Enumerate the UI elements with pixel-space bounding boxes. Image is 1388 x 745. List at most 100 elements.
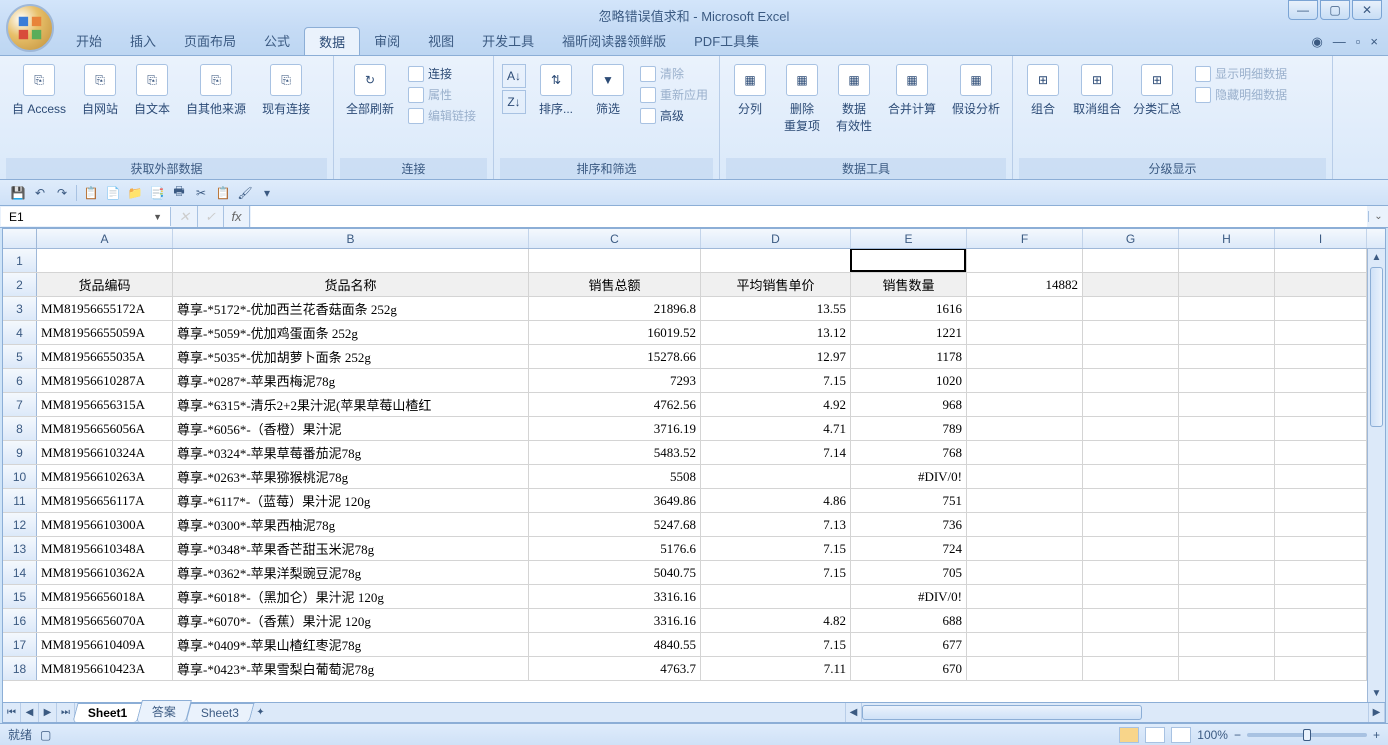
cell[interactable] xyxy=(1083,441,1179,464)
cell[interactable] xyxy=(1179,345,1275,368)
cell[interactable]: 尊享-*0362*-苹果洋梨豌豆泥78g xyxy=(173,561,529,584)
cell[interactable] xyxy=(967,465,1083,488)
macro-record-icon[interactable]: ▢ xyxy=(40,728,51,742)
cell[interactable]: 705 xyxy=(851,561,967,584)
cell[interactable] xyxy=(1275,465,1367,488)
ribbon-minimize-icon[interactable]: — xyxy=(1333,34,1346,50)
cell[interactable] xyxy=(1275,441,1367,464)
cell[interactable] xyxy=(967,489,1083,512)
sheet-tab[interactable]: Sheet1 xyxy=(72,703,142,722)
chevron-down-icon[interactable]: ▼ xyxy=(153,212,162,222)
cell[interactable]: #DIV/0! xyxy=(851,585,967,608)
sort-button[interactable]: ⇅排序... xyxy=(532,60,580,121)
row-header[interactable]: 11 xyxy=(3,489,37,512)
qat-icon[interactable]: 📑 xyxy=(149,185,165,201)
external-data-button[interactable]: ⎘自文本 xyxy=(128,60,176,121)
undo-icon[interactable]: ↶ xyxy=(32,185,48,201)
cell[interactable] xyxy=(967,561,1083,584)
cell[interactable]: MM81956610362A xyxy=(37,561,173,584)
cell[interactable]: MM81956656315A xyxy=(37,393,173,416)
row-header[interactable]: 12 xyxy=(3,513,37,536)
cell[interactable] xyxy=(967,321,1083,344)
sheet-tab[interactable]: Sheet3 xyxy=(186,703,255,722)
zoom-level[interactable]: 100% xyxy=(1197,728,1228,742)
cell[interactable]: 尊享-*0409*-苹果山楂红枣泥78g xyxy=(173,633,529,656)
cell[interactable] xyxy=(1179,393,1275,416)
qat-icon[interactable]: 🖶 xyxy=(171,185,187,201)
cell[interactable]: 尊享-*5035*-优加胡萝卜面条 252g xyxy=(173,345,529,368)
cell[interactable] xyxy=(1179,633,1275,656)
cell[interactable]: MM81956610300A xyxy=(37,513,173,536)
table-row[interactable]: 2货品编码货品名称销售总额平均销售单价销售数量14882 xyxy=(3,273,1385,297)
cell[interactable] xyxy=(1179,537,1275,560)
cell[interactable]: MM81956655035A xyxy=(37,345,173,368)
cell[interactable] xyxy=(967,369,1083,392)
cell[interactable]: #DIV/0! xyxy=(851,465,967,488)
new-sheet-button[interactable]: ✦ xyxy=(251,703,269,722)
cell[interactable]: 7.11 xyxy=(701,657,851,680)
cell[interactable] xyxy=(1179,489,1275,512)
qat-icon[interactable]: 📄 xyxy=(105,185,121,201)
cell[interactable]: 4.92 xyxy=(701,393,851,416)
row-header[interactable]: 16 xyxy=(3,609,37,632)
cell[interactable] xyxy=(1275,537,1367,560)
cell[interactable]: 尊享-*6018*-（黑加仑）果汁泥 120g xyxy=(173,585,529,608)
ribbon-restore-icon[interactable]: ▫ xyxy=(1356,34,1361,50)
outline-button[interactable]: ⊞组合 xyxy=(1019,60,1067,121)
row-header[interactable]: 6 xyxy=(3,369,37,392)
spreadsheet-grid[interactable]: ABCDEFGHI 12货品编码货品名称销售总额平均销售单价销售数量148823… xyxy=(2,228,1386,703)
cell[interactable]: 尊享-*6315*-清乐2+2果汁泥(苹果草莓山楂红 xyxy=(173,393,529,416)
cell[interactable] xyxy=(1179,513,1275,536)
office-button[interactable] xyxy=(6,4,54,52)
page-layout-view-button[interactable] xyxy=(1145,727,1165,743)
cell[interactable]: 5247.68 xyxy=(529,513,701,536)
cell[interactable]: 751 xyxy=(851,489,967,512)
cell[interactable] xyxy=(701,249,851,272)
row-header[interactable]: 7 xyxy=(3,393,37,416)
cell[interactable] xyxy=(967,609,1083,632)
sort-desc-button[interactable]: Z↓ xyxy=(502,90,526,114)
cell[interactable] xyxy=(1179,369,1275,392)
expand-formula-icon[interactable]: ⌄ xyxy=(1368,211,1388,222)
vertical-scrollbar[interactable]: ▲ ▼ xyxy=(1367,249,1385,702)
cell[interactable]: 968 xyxy=(851,393,967,416)
select-all-corner[interactable] xyxy=(3,229,37,248)
cell[interactable]: 688 xyxy=(851,609,967,632)
clear-filter-button[interactable]: 清除 xyxy=(636,64,712,83)
column-header[interactable]: C xyxy=(529,229,701,248)
row-header[interactable]: 2 xyxy=(3,273,37,296)
cell[interactable] xyxy=(1083,561,1179,584)
cell[interactable] xyxy=(967,297,1083,320)
show-detail-button[interactable]: 显示明细数据 xyxy=(1191,64,1291,83)
ribbon-close-icon[interactable]: × xyxy=(1370,34,1378,50)
cell[interactable]: 7.15 xyxy=(701,561,851,584)
cell[interactable]: 7.14 xyxy=(701,441,851,464)
cell[interactable]: 768 xyxy=(851,441,967,464)
cell[interactable] xyxy=(1275,345,1367,368)
external-data-button[interactable]: ⎘自其他来源 xyxy=(180,60,252,121)
cell[interactable] xyxy=(1083,249,1179,272)
row-header[interactable]: 15 xyxy=(3,585,37,608)
cell[interactable]: MM81956656117A xyxy=(37,489,173,512)
cell[interactable]: 3716.19 xyxy=(529,417,701,440)
table-row[interactable]: 16MM81956656070A尊享-*6070*-（香蕉）果汁泥 120g33… xyxy=(3,609,1385,633)
cell[interactable]: 1178 xyxy=(851,345,967,368)
cell[interactable] xyxy=(1083,633,1179,656)
cell[interactable]: 货品编码 xyxy=(37,273,173,296)
enter-formula-icon[interactable]: ✓ xyxy=(198,206,224,227)
refresh-all-button[interactable]: ↻全部刷新 xyxy=(340,60,400,121)
cell[interactable] xyxy=(1083,585,1179,608)
ribbon-tab-6[interactable]: 视图 xyxy=(414,27,468,55)
ribbon-tab-5[interactable]: 审阅 xyxy=(360,27,414,55)
cell[interactable] xyxy=(1275,369,1367,392)
cell[interactable]: 尊享-*0423*-苹果雪梨白葡萄泥78g xyxy=(173,657,529,680)
cell[interactable]: 尊享-*0300*-苹果西柚泥78g xyxy=(173,513,529,536)
row-header[interactable]: 1 xyxy=(3,249,37,272)
row-header[interactable]: 3 xyxy=(3,297,37,320)
cell[interactable]: 5483.52 xyxy=(529,441,701,464)
cell[interactable] xyxy=(1275,513,1367,536)
external-data-button[interactable]: ⎘自 Access xyxy=(6,60,72,121)
table-row[interactable]: 17MM81956610409A尊享-*0409*-苹果山楂红枣泥78g4840… xyxy=(3,633,1385,657)
redo-icon[interactable]: ↷ xyxy=(54,185,70,201)
qat-icon[interactable]: 📋 xyxy=(215,185,231,201)
